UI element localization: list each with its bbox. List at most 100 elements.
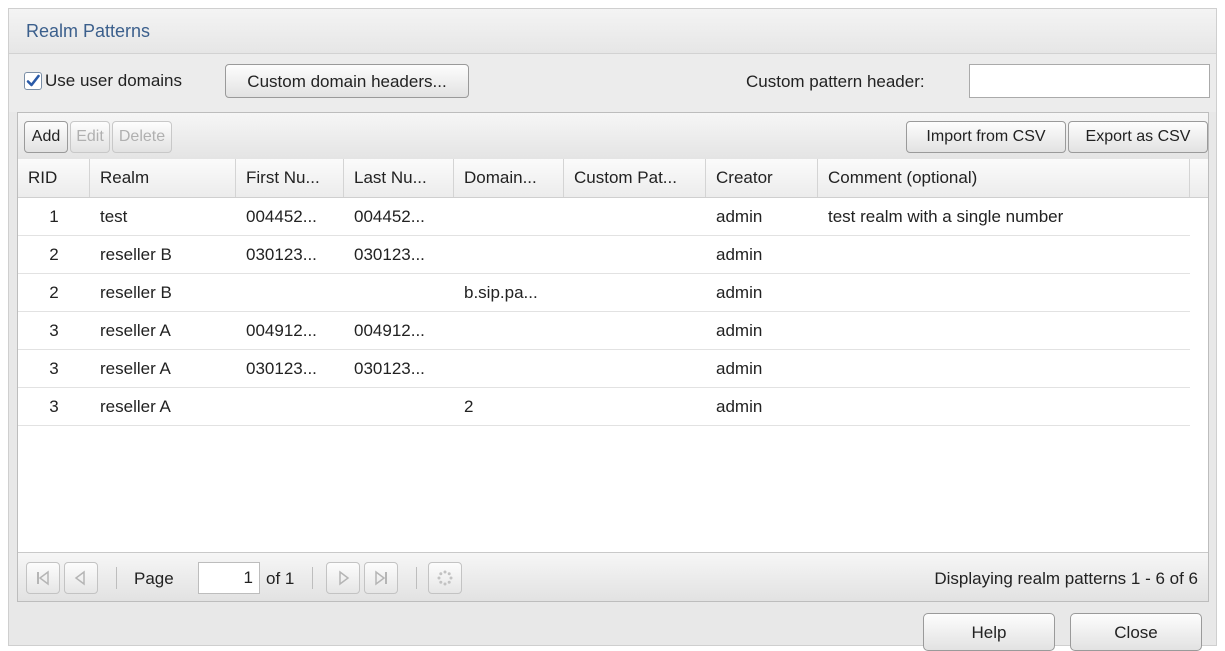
first-page-button[interactable] — [26, 562, 60, 594]
cell-domain — [454, 198, 564, 235]
column-header-rid[interactable]: RID — [18, 159, 90, 197]
use-user-domains-checkbox[interactable] — [24, 72, 42, 90]
cell-last-number: 030123... — [354, 359, 425, 378]
cell-last-number: 030123... — [354, 245, 425, 264]
paging-toolbar: Page 1 of 1 Displaying realm patterns 1 … — [18, 552, 1208, 601]
refresh-button[interactable] — [428, 562, 462, 594]
cell-realm: reseller B — [100, 283, 172, 302]
page-label: Page — [134, 569, 174, 588]
cell-realm: reseller A — [100, 321, 171, 340]
cell-realm: reseller A — [100, 359, 171, 378]
cell-custom-pattern — [564, 274, 706, 311]
previous-page-icon — [74, 570, 85, 586]
table-row[interactable]: 2 reseller B 030123... 030123... admin — [18, 236, 1190, 274]
previous-page-button[interactable] — [64, 562, 98, 594]
cell-rid: 2 — [49, 283, 59, 302]
checkmark-icon — [26, 74, 40, 87]
cell-first-number: 004452... — [246, 207, 317, 226]
table-row[interactable]: 3 reseller A 030123... 030123... admin — [18, 350, 1190, 388]
cell-rid: 1 — [49, 207, 59, 226]
cell-domain: 2 — [464, 397, 474, 416]
custom-domain-headers-button[interactable]: Custom domain headers... — [225, 64, 469, 98]
table-body: 1 test 004452... 004452... admin test realm w… — [18, 198, 1190, 426]
cell-domain — [454, 312, 564, 349]
cell-realm: reseller A — [100, 397, 171, 416]
cell-realm: reseller B — [100, 245, 172, 264]
cell-rid: 2 — [49, 245, 59, 264]
cell-first-number: 030123... — [246, 359, 317, 378]
cell-first-number — [236, 388, 344, 425]
export-csv-button[interactable]: Export as CSV — [1068, 121, 1208, 153]
pager-separator — [312, 567, 313, 589]
column-header-last-number[interactable]: Last Nu... — [344, 159, 454, 197]
grid-toolbar: Add Edit Delete Import from CSV Export a… — [18, 113, 1208, 160]
refresh-spinner-icon — [437, 570, 453, 586]
cell-first-number — [236, 274, 344, 311]
cell-domain: b.sip.pa... — [464, 283, 538, 302]
cell-creator: admin — [716, 321, 763, 340]
cell-last-number: 004452... — [354, 207, 425, 226]
last-page-icon — [375, 570, 387, 586]
cell-creator: admin — [716, 245, 763, 264]
realm-patterns-grid: Add Edit Delete Import from CSV Export a… — [17, 112, 1209, 602]
cell-comment: test realm with a single number — [828, 207, 1064, 226]
pager-separator — [116, 567, 117, 589]
cell-creator: admin — [716, 283, 763, 302]
cell-first-number: 004912... — [246, 321, 317, 340]
cell-last-number: 004912... — [354, 321, 425, 340]
cell-comment — [818, 388, 1190, 425]
cell-custom-pattern — [564, 312, 706, 349]
table-row[interactable]: 1 test 004452... 004452... admin test realm w… — [18, 198, 1190, 236]
table-row[interactable]: 3 reseller A 004912... 004912... admin — [18, 312, 1190, 350]
add-button[interactable]: Add — [24, 121, 68, 153]
cell-custom-pattern — [564, 350, 706, 387]
last-page-button[interactable] — [364, 562, 398, 594]
realm-patterns-window: Realm Patterns Use user domains Custom d… — [8, 8, 1217, 651]
custom-pattern-header-label: Custom pattern header: — [746, 72, 925, 91]
cell-rid: 3 — [49, 397, 59, 416]
first-page-icon — [37, 570, 49, 586]
cell-comment — [818, 312, 1190, 349]
cell-rid: 3 — [49, 359, 59, 378]
next-page-button[interactable] — [326, 562, 360, 594]
page-count-label: of 1 — [266, 569, 295, 588]
cell-first-number: 030123... — [246, 245, 317, 264]
table-header: RID Realm First Nu... Last Nu... Domain.… — [18, 159, 1208, 198]
delete-button[interactable]: Delete — [112, 121, 172, 153]
use-user-domains-label[interactable]: Use user domains — [45, 71, 182, 91]
next-page-icon — [339, 570, 350, 586]
column-header-realm[interactable]: Realm — [90, 159, 236, 197]
edit-button[interactable]: Edit — [70, 121, 110, 153]
column-header-custom-pattern[interactable]: Custom Pat... — [564, 159, 706, 197]
cell-creator: admin — [716, 359, 763, 378]
cell-custom-pattern — [564, 198, 706, 235]
paging-status-text: Displaying realm patterns 1 - 6 of 6 — [934, 569, 1198, 588]
column-header-domain[interactable]: Domain... — [454, 159, 564, 197]
cell-last-number — [344, 274, 454, 311]
close-button[interactable]: Close — [1070, 613, 1202, 651]
table-row[interactable]: 2 reseller B b.sip.pa... admin — [18, 274, 1190, 312]
cell-comment — [818, 350, 1190, 387]
custom-pattern-header-input[interactable] — [969, 64, 1210, 98]
window-title: Realm Patterns — [26, 21, 151, 41]
pager-separator — [416, 567, 417, 589]
column-header-comment[interactable]: Comment (optional) — [818, 159, 1190, 197]
help-button[interactable]: Help — [923, 613, 1055, 651]
cell-rid: 3 — [49, 321, 59, 340]
column-header-creator[interactable]: Creator — [706, 159, 818, 197]
table-row[interactable]: 3 reseller A 2 admin — [18, 388, 1190, 426]
cell-custom-pattern — [564, 388, 706, 425]
page-number-input[interactable]: 1 — [198, 562, 260, 594]
options-row: Use user domains Custom domain headers..… — [9, 54, 1216, 112]
cell-comment — [818, 274, 1190, 311]
import-csv-button[interactable]: Import from CSV — [906, 121, 1066, 153]
cell-domain — [454, 350, 564, 387]
cell-domain — [454, 236, 564, 273]
title-bar: Realm Patterns — [9, 9, 1216, 54]
cell-comment — [818, 236, 1190, 273]
cell-realm: test — [100, 207, 128, 226]
cell-custom-pattern — [564, 236, 706, 273]
cell-last-number — [344, 388, 454, 425]
column-header-first-number[interactable]: First Nu... — [236, 159, 344, 197]
cell-creator: admin — [716, 397, 763, 416]
